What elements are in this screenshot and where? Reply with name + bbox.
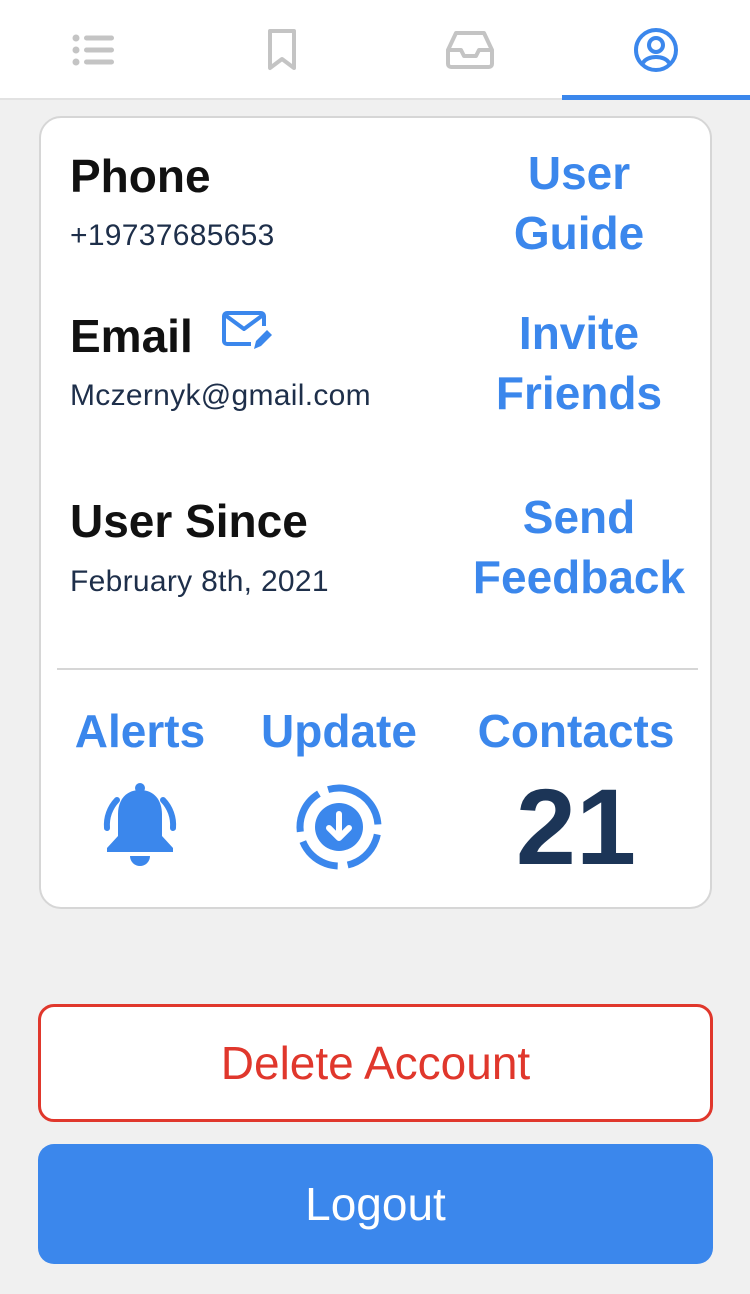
tab-bookmarks[interactable] bbox=[188, 0, 376, 100]
invite-friends-link[interactable]: Invite Friends bbox=[449, 303, 709, 423]
user-since-value: February 8th, 2021 bbox=[70, 565, 329, 598]
email-value: Mczernyk@gmail.com bbox=[70, 379, 371, 412]
user-guide-link[interactable]: User Guide bbox=[449, 143, 709, 263]
delete-account-button[interactable]: Delete Account bbox=[38, 1004, 713, 1122]
user-circle-icon bbox=[634, 28, 678, 72]
user-since-label: User Since bbox=[70, 495, 308, 547]
active-tab-indicator bbox=[562, 95, 750, 100]
email-label: Email bbox=[70, 310, 193, 362]
phone-value: +19737685653 bbox=[70, 219, 275, 252]
tab-list[interactable] bbox=[0, 0, 188, 100]
contacts-count: 21 bbox=[515, 766, 637, 887]
list-icon bbox=[72, 34, 114, 66]
update-label[interactable]: Update bbox=[254, 708, 424, 754]
email-edit-icon[interactable] bbox=[221, 309, 273, 353]
download-circle-icon[interactable] bbox=[294, 782, 384, 872]
tab-bar bbox=[0, 0, 750, 100]
tab-inbox[interactable] bbox=[376, 0, 564, 100]
bookmark-icon bbox=[268, 29, 296, 70]
bell-ringing-icon[interactable] bbox=[93, 778, 187, 872]
contacts-label[interactable]: Contacts bbox=[461, 708, 691, 754]
phone-label: Phone bbox=[70, 150, 211, 202]
card-divider bbox=[57, 668, 698, 670]
inbox-icon bbox=[446, 31, 494, 69]
alerts-label[interactable]: Alerts bbox=[70, 708, 210, 754]
tab-profile[interactable] bbox=[562, 0, 750, 100]
logout-button[interactable]: Logout bbox=[38, 1144, 713, 1264]
send-feedback-link[interactable]: Send Feedback bbox=[449, 487, 709, 607]
profile-card: Phone +19737685653 Email Mczernyk@gmail.… bbox=[39, 116, 712, 909]
